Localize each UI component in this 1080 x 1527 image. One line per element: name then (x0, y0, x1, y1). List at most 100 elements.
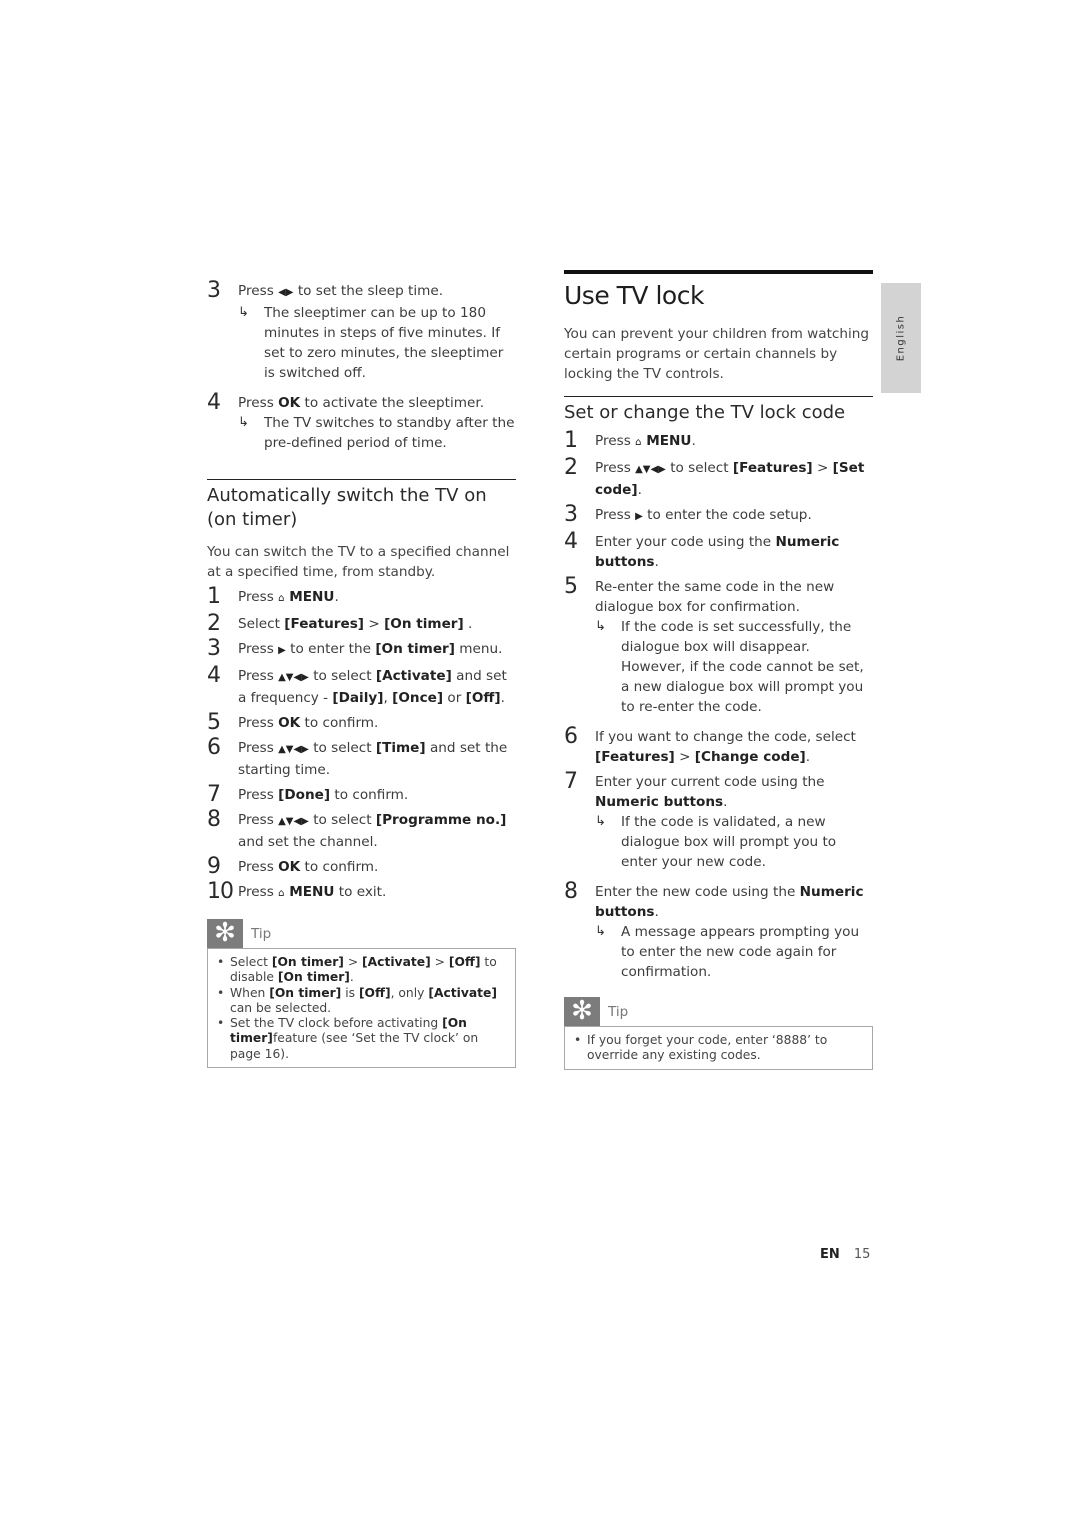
step-item: 4 Enter your code using the Numeric butto… (564, 529, 873, 572)
sleep-timer-steps: 3 Press ◀▶ to set the sleep time. ↳ The sle… (207, 278, 516, 453)
result-arrow-icon: ↳ (595, 924, 606, 939)
bold-term: [Time] (375, 740, 426, 756)
bold-term: [On timer] (271, 955, 344, 969)
lock-code-heading: Set or change the TV lock code (564, 402, 846, 423)
bold-term: MENU (641, 433, 692, 449)
bold-term: [Once] (392, 690, 444, 706)
tip-header: ✻ Tip (564, 997, 873, 1026)
step-number: 6 (207, 735, 221, 760)
text: Press (238, 641, 279, 657)
text: and set the channel. (238, 834, 378, 850)
text: Press (595, 433, 636, 449)
bold-term: MENU (284, 589, 335, 605)
step-item: 10 Press ⌂ MENU to exit. (207, 879, 516, 904)
step-item: 1 Press ⌂ MENU. (564, 428, 873, 453)
text: . (463, 616, 473, 632)
step-number: 3 (207, 278, 221, 303)
step-item: 7 Press [Done] to confirm. (207, 782, 516, 807)
text: to enter the code setup. (642, 507, 812, 523)
step-text: Press OK to confirm. (238, 857, 516, 877)
text: to exit. (334, 884, 387, 900)
text: Press (595, 460, 636, 476)
right-column: Use TV lock You can prevent your childre… (564, 270, 873, 1070)
bold-term: OK (278, 395, 301, 411)
result-arrow-icon: ↳ (595, 619, 606, 634)
step-text: Press ▶ to enter the code setup. (595, 505, 873, 527)
text: . (805, 749, 811, 765)
bold-term: [On timer] (277, 970, 350, 985)
page-footer: EN 15 (820, 1247, 870, 1262)
bold-term: [Features] (595, 749, 675, 765)
text: Press (238, 668, 279, 684)
footer-language: EN (820, 1247, 840, 1262)
text: . (334, 589, 339, 605)
page-title: Use TV lock (564, 281, 704, 310)
text: If you forget your code, enter ‘8888’ to… (587, 1033, 828, 1063)
tip-asterisk-icon: ✻ (207, 919, 243, 948)
result-arrow-icon: ↳ (238, 305, 249, 320)
step-item: 8 Press ▲▼◀▶ to select [Programme no.] an… (207, 807, 516, 852)
text: Enter your current code using the (595, 774, 825, 790)
text: , (383, 690, 393, 706)
text: to select (308, 668, 376, 684)
step-text: Enter your code using the Numeric button… (595, 532, 873, 572)
right-arrow-icon: ▶ (635, 511, 643, 522)
step-number: 8 (207, 807, 221, 832)
bold-term: [Programme no.] (375, 812, 507, 828)
tip-box: ✻ Tip Select [On timer] > [Activate] > [Of… (207, 919, 516, 1069)
step-result: ↳ A message appears prompting you to ente… (595, 922, 873, 982)
step-text: Enter the new code using the Numeric but… (595, 882, 873, 922)
tip-label: Tip (251, 925, 272, 942)
step-text: Press ▲▼◀▶ to select [Time] and set the … (238, 738, 516, 780)
step-item: 7 Enter your current code using the Numer… (564, 769, 873, 872)
text: . (723, 794, 728, 810)
bold-term: OK (278, 715, 301, 731)
text: > (430, 955, 449, 969)
step-number: 2 (207, 611, 221, 636)
result-text: If the code is validated, a new dialogue… (621, 814, 837, 870)
step-number: 2 (564, 455, 578, 480)
bold-term: [Off] (358, 985, 391, 1000)
step-text: Select [Features] > [On timer] . (238, 614, 516, 634)
bold-term: [Off] (465, 690, 501, 706)
navigation-arrows-icon: ▲▼◀▶ (278, 672, 309, 683)
text: Press (238, 884, 279, 900)
text: to enter the (285, 641, 376, 657)
step-number: 3 (207, 636, 221, 661)
tip-list: Select [On timer] > [Activate] > [Off] t… (216, 955, 507, 1062)
text: > (674, 749, 695, 765)
step-item: 3 Press ▶ to enter the [On timer] menu. (207, 636, 516, 661)
step-item: 5 Re-enter the same code in the new dialo… (564, 574, 873, 717)
step-text: Re-enter the same code in the new dialog… (595, 577, 873, 617)
text: to activate the sleeptimer. (300, 395, 485, 411)
text: > (812, 460, 833, 476)
bold-term: OK (278, 859, 301, 875)
text: > (343, 955, 363, 969)
text: When (230, 985, 270, 1000)
right-arrow-icon: ▶ (278, 645, 286, 656)
tip-item: Set the TV clock before activating [On t… (216, 1016, 507, 1062)
step-text: Press [Done] to confirm. (238, 785, 516, 805)
navigation-arrows-icon: ▲▼◀▶ (278, 744, 309, 755)
page-number: 15 (853, 1247, 871, 1262)
text: . (637, 482, 642, 498)
text: Press (238, 589, 279, 605)
tip-label: Tip (608, 1003, 629, 1020)
result-text: The TV switches to standby after the pre… (264, 415, 515, 451)
text: to select (665, 460, 733, 476)
text: Press (238, 395, 279, 411)
bold-term: Numeric buttons (595, 794, 724, 810)
tip-body: Select [On timer] > [Activate] > [Off] t… (207, 948, 516, 1069)
language-tab: English (881, 283, 921, 393)
step-text: If you want to change the code, select [… (595, 727, 873, 767)
tip-item: When [On timer] is [Off], only [Activate… (216, 986, 507, 1017)
step-text: Press ⌂ MENU to exit. (238, 882, 516, 904)
text: Press (238, 740, 279, 756)
result-text: If the code is set successfully, the dia… (621, 619, 864, 715)
text: Select (238, 616, 285, 632)
step-item: 6 Press ▲▼◀▶ to select [Time] and set the… (207, 735, 516, 780)
bold-term: [On timer] (375, 641, 455, 657)
bold-term: [On timer] (269, 985, 342, 1000)
step-number: 4 (207, 390, 221, 415)
step-result: ↳ If the code is validated, a new dialogu… (595, 812, 873, 872)
